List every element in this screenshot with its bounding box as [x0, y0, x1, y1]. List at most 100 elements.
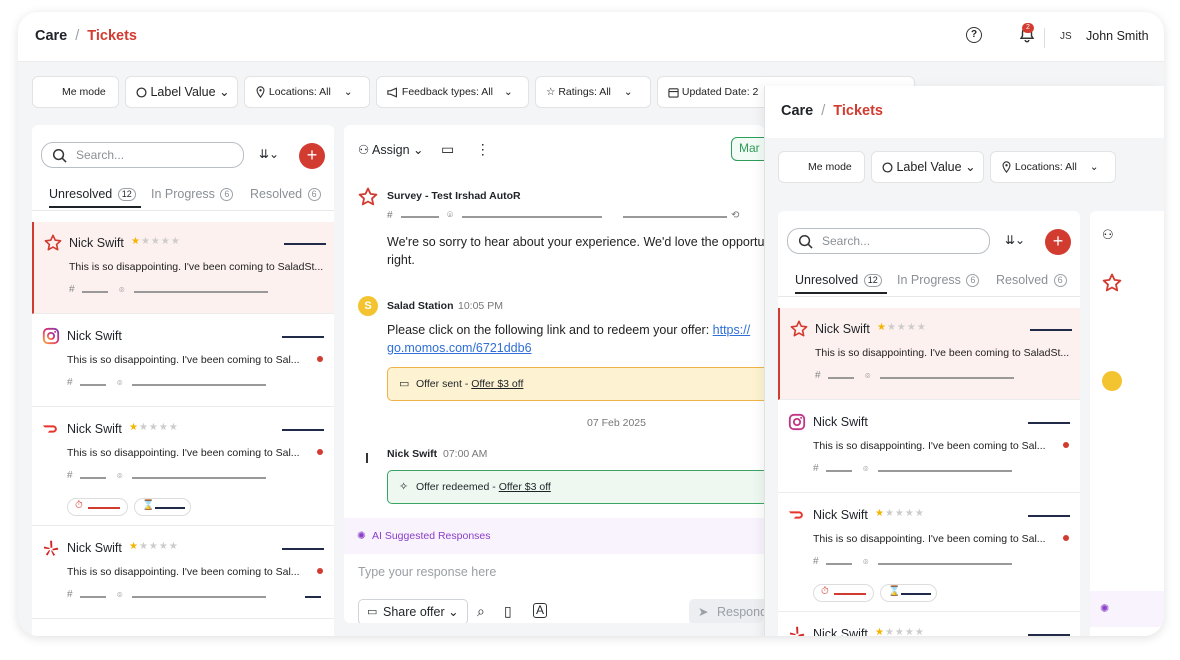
me-mode-toggle[interactable]: Me mode: [32, 76, 119, 108]
offer-redeemed-value[interactable]: Offer $3 off: [499, 481, 551, 493]
more-options-icon[interactable]: ⋮: [476, 141, 490, 157]
ticket-icon: ▭: [399, 378, 410, 390]
add-user-icon[interactable]: ⚇: [1102, 227, 1114, 243]
tab-resolved[interactable]: Resolved 6: [250, 187, 321, 201]
user-name[interactable]: John Smith: [1086, 29, 1149, 43]
timer-icon: ⏱: [75, 500, 83, 511]
survey-title: Survey - Test Irshad AutoR: [387, 190, 521, 202]
book-icon[interactable]: ▯: [504, 603, 512, 620]
offer-sent-prefix: Offer sent -: [416, 378, 472, 390]
cursor-marker: [366, 453, 368, 463]
add-ticket-button[interactable]: +: [299, 143, 325, 169]
sla-tag[interactable]: ⏱: [813, 584, 874, 602]
me-mode-toggle[interactable]: Me mode: [778, 151, 865, 183]
reply-input[interactable]: Type your response here: [358, 565, 496, 579]
offer-sent-value[interactable]: Offer $3 off: [471, 378, 523, 390]
offer-sent-card: ▭ Offer sent - Offer $3 off: [387, 367, 764, 401]
customer-name: Nick Swift: [67, 329, 122, 343]
redacted-field: [284, 243, 326, 245]
sort-icon[interactable]: ⇊⌄: [1005, 233, 1025, 247]
hash-icon: #: [387, 210, 393, 221]
tab-unresolved[interactable]: Unresolved 12: [795, 273, 887, 294]
ticket-preview: This is so disappointing. I've been comi…: [813, 440, 1046, 452]
ticket-item[interactable]: Nick Swift This is so disappointing. I'v…: [32, 315, 334, 407]
tab-in-progress[interactable]: In Progress 6: [151, 187, 234, 201]
offer-link[interactable]: https://: [713, 323, 751, 337]
sparkle-icon: ✺: [357, 530, 366, 542]
breadcrumb-tickets: Tickets: [833, 103, 883, 119]
search-input[interactable]: Search...: [787, 228, 990, 254]
instagram-icon: [788, 413, 806, 431]
tab-resolved[interactable]: Resolved 6: [996, 273, 1067, 287]
share-offer-label: Share offer: [383, 605, 445, 619]
tab-unresolved[interactable]: Unresolved 12: [49, 187, 141, 208]
hash-icon: #: [67, 377, 73, 388]
feedback-types-label: Feedback types: All: [401, 86, 493, 98]
brand-message: Please click on the following link and t…: [387, 321, 764, 357]
redacted-field: [1028, 515, 1070, 517]
ticket-meta: # ⌾: [67, 589, 327, 603]
ticket-item[interactable]: Nick Swift ★★★★★ This is so disappointin…: [778, 494, 1080, 612]
wait-tag[interactable]: ⌛: [880, 584, 937, 602]
customer-name: Nick Swift: [69, 236, 124, 250]
mark-resolved-button[interactable]: Mar: [731, 137, 764, 161]
chevron-down-icon: ⌄: [503, 86, 513, 98]
customer-name: Nick Swift: [813, 415, 868, 429]
ai-suggested-bar[interactable]: ✺ AI Suggested Responses: [344, 518, 764, 554]
ticket-item[interactable]: Nick Swift ★★★★★ This is so disappointin…: [32, 408, 334, 526]
redacted-field: [1030, 329, 1072, 331]
redacted-field: [1028, 422, 1070, 424]
send-icon: ➤: [698, 605, 709, 619]
message-time: 07:00 AM: [443, 448, 488, 460]
comment-icon[interactable]: ▭: [441, 141, 454, 157]
unread-dot: [1063, 442, 1069, 448]
ticket-item[interactable]: Nick Swift ★★★★★: [778, 613, 1080, 636]
ticket-preview: This is so disappointing. I've been comi…: [813, 533, 1046, 545]
respond-button[interactable]: ➤ Respond: [689, 599, 764, 623]
help-icon[interactable]: ?: [966, 27, 982, 43]
breadcrumb-separator: /: [821, 103, 826, 119]
ticket-item[interactable]: Nick Swift ★★★★★ This is so disappointin…: [32, 222, 334, 314]
ratings-filter[interactable]: ☆ Ratings: All ⌄: [535, 76, 651, 108]
redacted-field: [282, 429, 324, 431]
sort-icon[interactable]: ⇊⌄: [259, 147, 279, 161]
assign-button[interactable]: ⚇ Assign ⌄: [358, 143, 424, 157]
attachment-icon[interactable]: ⌕: [477, 603, 485, 620]
calendar-icon: [668, 88, 679, 98]
search-placeholder: Search...: [76, 148, 125, 162]
momos-star-icon: [790, 320, 808, 337]
location-pin-icon: [1002, 161, 1011, 174]
offer-link[interactable]: go.momos.com/6721ddb6: [387, 341, 532, 355]
tab-label: Unresolved: [49, 187, 113, 201]
unread-dot: [317, 568, 323, 574]
translate-icon[interactable]: A: [533, 603, 548, 618]
search-input[interactable]: Search...: [41, 142, 244, 168]
label-value-filter[interactable]: Label Value ⌄: [125, 76, 238, 108]
ticket-item[interactable]: Nick Swift ★★★★★ This is so disappointin…: [32, 527, 334, 619]
breadcrumb-care[interactable]: Care: [35, 28, 67, 44]
label-value-filter[interactable]: Label Value ⌄: [871, 151, 984, 183]
sla-tag[interactable]: ⏱: [67, 498, 128, 516]
circle-icon: [136, 87, 147, 98]
breadcrumb: Care / Tickets: [781, 103, 883, 119]
wait-tag[interactable]: ⌛: [134, 498, 191, 516]
tab-count: 6: [220, 188, 234, 201]
share-offer-button[interactable]: ▭ Share offer ⌄: [358, 599, 468, 623]
ticket-item[interactable]: Nick Swift ★★★★★ This is so disappointin…: [778, 308, 1080, 400]
avatar[interactable]: JS: [1060, 31, 1072, 42]
tab-count: 6: [1053, 274, 1067, 287]
responsive-preview: Care / Tickets Me mode Label Value ⌄ Locat…: [764, 86, 1164, 636]
tab-in-progress[interactable]: In Progress 6: [897, 273, 980, 287]
breadcrumb-care[interactable]: Care: [781, 103, 813, 119]
locations-filter[interactable]: Locations: All ⌄: [244, 76, 370, 108]
rating-stars: ★★★★★: [877, 322, 927, 333]
conversation-panel: ⚇ Assign ⌄ ▭ ⋮ Mar Survey - Test Irshad …: [344, 125, 764, 623]
ticket-preview: This is so disappointing. I've been comi…: [67, 354, 300, 366]
feedback-types-filter[interactable]: Feedback types: All ⌄: [376, 76, 529, 108]
locations-filter[interactable]: Locations: All ⌄: [990, 151, 1116, 183]
add-ticket-button[interactable]: +: [1045, 229, 1071, 255]
chevron-down-icon: ⌄: [219, 85, 230, 99]
ticket-item[interactable]: Nick Swift This is so disappointing. I'v…: [778, 401, 1080, 493]
updated-date-label: Updated Date: 2: [681, 86, 759, 98]
brand-text: Please click on the following link and t…: [387, 323, 713, 337]
